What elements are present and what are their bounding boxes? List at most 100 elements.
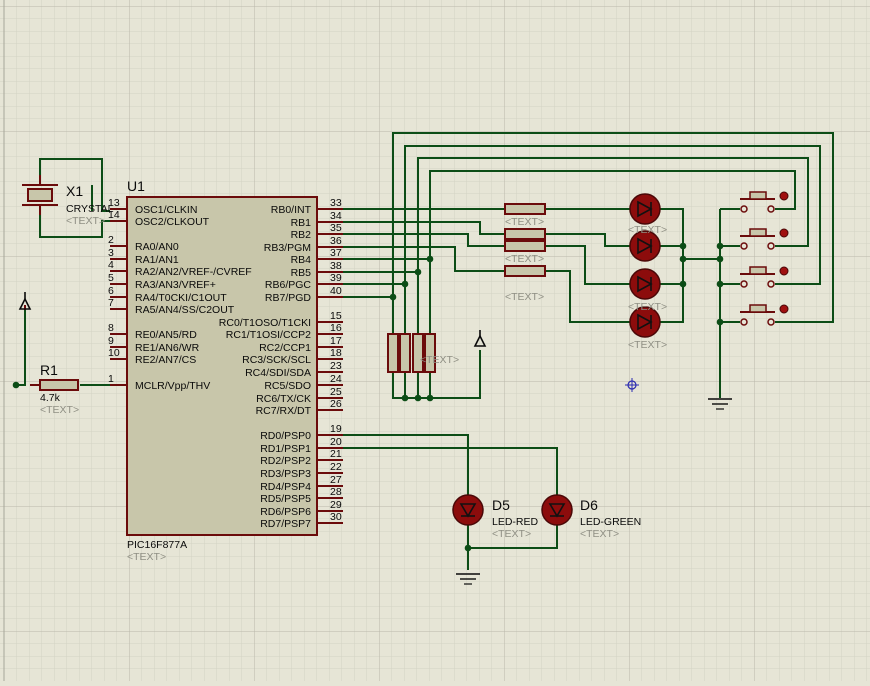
pin-label: RC1/T1OSI/CCP2 (226, 329, 311, 341)
pin-label: RB3/PGM (264, 242, 311, 254)
junction-dot (426, 255, 434, 263)
pic16f877a-chip[interactable]: U1 PIC16F877A <TEXT> 13OSC1/CLKIN14OSC2/… (108, 178, 343, 563)
pin-number: 33 (330, 197, 342, 209)
pin-number: 10 (108, 347, 120, 359)
pin-number: 38 (330, 260, 342, 272)
pin-number: 5 (108, 272, 114, 284)
pin-label: RC5/SDO (264, 380, 311, 392)
series-resistor-1[interactable] (504, 203, 546, 215)
pin-number: 23 (330, 360, 342, 372)
junction-dot (679, 255, 687, 263)
pin-number: 6 (108, 285, 114, 297)
d6-ref: D6 (580, 497, 598, 513)
pin-label: RD0/PSP0 (260, 430, 311, 442)
led-array-text-3: <TEXT> (628, 339, 667, 351)
junction-dot (401, 280, 409, 288)
series-resistor-3[interactable] (504, 240, 546, 252)
pin-number: 24 (330, 373, 342, 385)
pin-number: 26 (330, 398, 342, 410)
pin-label: RC0/T1OSO/T1CKI (219, 317, 311, 329)
junction-dot (401, 394, 409, 402)
junction-dot (414, 394, 422, 402)
d5-ref: D5 (492, 497, 510, 513)
schematic-svg[interactable]: U1 PIC16F877A <TEXT> 13OSC1/CLKIN14OSC2/… (0, 0, 870, 681)
pin-number: 25 (330, 386, 342, 398)
crystal-value: CRYSTAL (66, 203, 114, 215)
pin-number: 29 (330, 499, 342, 511)
pin-label: RA0/AN0 (135, 241, 179, 253)
pin-number: 27 (330, 474, 342, 486)
pin-label: OSC2/CLKOUT (135, 216, 210, 228)
junction-dot (716, 255, 724, 263)
junction-dot (679, 280, 687, 288)
pin-label: RB5 (291, 267, 312, 279)
series-resistor-3-text: <TEXT> (505, 253, 544, 265)
pin-label: RC2/CCP1 (259, 342, 311, 354)
pin-number: 19 (330, 423, 342, 435)
series-resistor-4[interactable] (504, 265, 546, 277)
junction-dot (716, 280, 724, 288)
d5-text: <TEXT> (492, 528, 531, 540)
pin-number: 34 (330, 210, 342, 222)
pin-label: OSC1/CLKIN (135, 204, 197, 216)
pin-label: RB1 (291, 217, 312, 229)
junction-dot (679, 242, 687, 250)
led-array-1[interactable] (629, 193, 661, 225)
pin-label: RD4/PSP4 (260, 481, 311, 493)
pin-label: RD2/PSP2 (260, 455, 311, 467)
d6-value: LED-GREEN (580, 516, 641, 528)
junction-dot (464, 544, 472, 552)
pin-number: 16 (330, 322, 342, 334)
pin-label: RC4/SDI/SDA (245, 367, 311, 379)
junction-dot (389, 293, 397, 301)
junction-dot (426, 394, 434, 402)
chip-text: <TEXT> (127, 551, 166, 563)
pin-label: RB7/PGD (265, 292, 312, 304)
pin-label: RA3/AN3/VREF+ (135, 279, 216, 291)
pin-label: RE0/AN5/RD (135, 329, 197, 341)
pin-number: 17 (330, 335, 342, 347)
pin-number: 2 (108, 234, 114, 246)
pin-number: 8 (108, 322, 114, 334)
pin-label: RD7/PSP7 (260, 518, 311, 530)
junction-dot (414, 268, 422, 276)
pin-number: 37 (330, 247, 342, 259)
pin-label: RD5/PSP5 (260, 493, 311, 505)
series-resistor-1-text: <TEXT> (505, 216, 544, 228)
pin-number: 35 (330, 222, 342, 234)
crystal-text: <TEXT> (66, 215, 105, 227)
pullup-text: <TEXT> (420, 354, 459, 366)
pin-number: 36 (330, 235, 342, 247)
pin-label: RC6/TX/CK (256, 393, 311, 405)
led-array-text-2: <TEXT> (628, 301, 667, 313)
pin-number: 40 (330, 285, 342, 297)
r1-text: <TEXT> (40, 404, 79, 416)
led-d5[interactable] (452, 494, 484, 526)
pin-label: RC7/RX/DT (256, 405, 312, 417)
pin-label: RE1/AN6/WR (135, 342, 200, 354)
led-d6[interactable] (541, 494, 573, 526)
pin-label: RA4/T0CKI/C1OUT (135, 292, 227, 304)
pin-number: 18 (330, 347, 342, 359)
series-resistor-2[interactable] (504, 228, 546, 240)
led-array-3[interactable] (629, 268, 661, 300)
pin-number: 9 (108, 335, 114, 347)
pin-label: RB4 (291, 254, 312, 266)
r1-ref: R1 (40, 362, 58, 378)
pin-number: 7 (108, 297, 114, 309)
pin-label: RB6/PGC (265, 279, 312, 291)
pin-number: 1 (108, 373, 114, 385)
pin-label: RD6/PSP6 (260, 506, 311, 518)
chip-ref: U1 (127, 178, 145, 194)
pin-label: RD1/PSP1 (260, 443, 311, 455)
pin-number: 28 (330, 486, 342, 498)
pin-number: 22 (330, 461, 342, 473)
pin-label: RC3/SCK/SCL (242, 354, 311, 366)
pin-number: 15 (330, 310, 342, 322)
junction-dot (716, 318, 724, 326)
pin-number: 30 (330, 511, 342, 523)
pin-number: 3 (108, 247, 114, 259)
schematic-canvas[interactable]: U1 PIC16F877A <TEXT> 13 OSC1/CLKIN 14 OSC2/… (0, 0, 870, 681)
pin-label: RA2/AN2/VREF-/CVREF (135, 266, 252, 278)
d5-value: LED-RED (492, 516, 539, 528)
